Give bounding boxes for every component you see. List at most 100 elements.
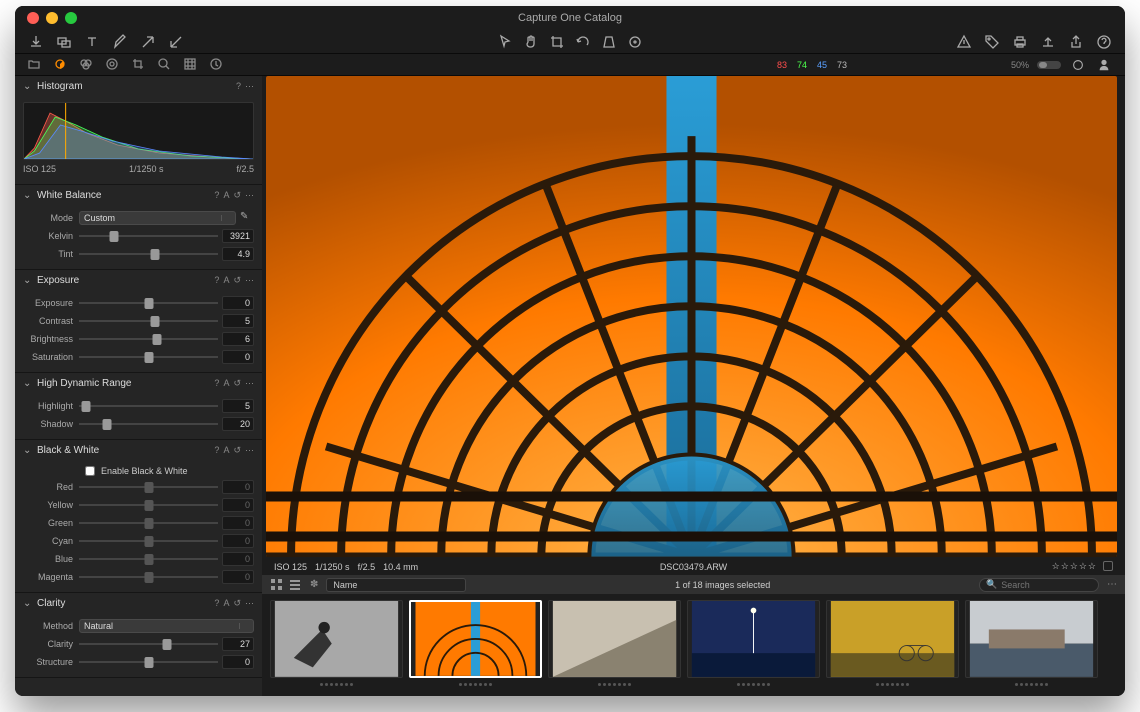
enable-bw-checkbox[interactable] — [85, 466, 95, 476]
menu-action[interactable]: ⋯ — [245, 190, 254, 201]
bw-yellow-slider[interactable] — [79, 498, 218, 512]
exposure-tab-icon[interactable] — [53, 57, 69, 73]
thumbnail-item[interactable] — [826, 600, 959, 690]
menu-action[interactable]: ⋯ — [245, 378, 254, 389]
auto-action[interactable]: A — [223, 275, 229, 286]
text-tool-icon[interactable] — [83, 33, 101, 51]
spot-tool-icon[interactable] — [626, 33, 644, 51]
bw-yellow-value[interactable]: 0 — [222, 498, 254, 512]
help-action[interactable]: ? — [214, 378, 219, 389]
eyedropper-icon[interactable]: ✎ — [240, 211, 254, 225]
composition-tab-icon[interactable] — [131, 57, 147, 73]
crop-tool-icon[interactable] — [548, 33, 566, 51]
import-icon[interactable] — [27, 33, 45, 51]
thumbnail-item[interactable] — [687, 600, 820, 690]
thumbnail-item[interactable] — [270, 600, 403, 690]
reset-action[interactable]: ↺ — [233, 445, 241, 456]
bw-magenta-slider[interactable] — [79, 570, 218, 584]
user-icon[interactable] — [1095, 56, 1113, 74]
export-icon[interactable] — [1039, 33, 1057, 51]
brightness-slider[interactable] — [79, 332, 218, 346]
structure-value[interactable]: 0 — [222, 655, 254, 669]
thumbnail-item[interactable] — [965, 600, 1098, 690]
grid-view-icon[interactable] — [270, 578, 284, 592]
minimize-window-button[interactable] — [46, 12, 58, 24]
warning-icon[interactable] — [955, 33, 973, 51]
saturation-slider[interactable] — [79, 350, 218, 364]
menu-action[interactable]: ⋯ — [245, 598, 254, 609]
bw-cyan-value[interactable]: 0 — [222, 534, 254, 548]
reset-action[interactable]: ↺ — [233, 378, 241, 389]
auto-action[interactable]: A — [223, 598, 229, 609]
chevron-down-icon[interactable]: ⌄ — [23, 378, 33, 389]
clarity-value[interactable]: 27 — [222, 637, 254, 651]
reset-action[interactable]: ↺ — [233, 275, 241, 286]
search-input[interactable] — [1001, 580, 1081, 590]
highlight-slider[interactable] — [79, 399, 218, 413]
reset-action[interactable]: ↺ — [233, 598, 241, 609]
list-view-icon[interactable] — [288, 578, 302, 592]
color-tab-icon[interactable] — [79, 57, 95, 73]
bw-red-value[interactable]: 0 — [222, 480, 254, 494]
search-field[interactable]: 🔍 — [979, 578, 1099, 592]
kelvin-slider[interactable] — [79, 229, 218, 243]
auto-action[interactable]: A — [223, 190, 229, 201]
contrast-slider[interactable] — [79, 314, 218, 328]
tag-icon[interactable] — [983, 33, 1001, 51]
chevron-down-icon[interactable]: ⌄ — [23, 190, 33, 201]
image-viewer[interactable] — [266, 76, 1117, 557]
reset-action[interactable]: ↺ — [233, 190, 241, 201]
menu-action[interactable]: ⋯ — [245, 275, 254, 286]
adjustments-tab-icon[interactable] — [183, 57, 199, 73]
arrow-out-icon[interactable] — [139, 33, 157, 51]
brush-icon[interactable] — [111, 33, 129, 51]
shadow-slider[interactable] — [79, 417, 218, 431]
bw-blue-value[interactable]: 0 — [222, 552, 254, 566]
clarity-method-select[interactable]: Natural — [79, 619, 254, 633]
menu-action[interactable]: ⋯ — [245, 81, 254, 92]
kelvin-value[interactable]: 3921 — [222, 229, 254, 243]
help-icon[interactable] — [1095, 33, 1113, 51]
share-icon[interactable] — [1067, 33, 1085, 51]
color-tag-none[interactable] — [1103, 561, 1113, 571]
sort-select[interactable]: Name — [326, 578, 466, 592]
wb-mode-select[interactable]: Custom — [79, 211, 236, 225]
clarity-slider[interactable] — [79, 637, 218, 651]
close-window-button[interactable] — [27, 12, 39, 24]
cursor-tool-icon[interactable] — [496, 33, 514, 51]
help-action[interactable]: ? — [214, 445, 219, 456]
browser-menu-icon[interactable]: ⋯ — [1107, 579, 1117, 590]
help-action[interactable]: ? — [214, 190, 219, 201]
help-action[interactable]: ? — [214, 275, 219, 286]
lens-tab-icon[interactable] — [105, 57, 121, 73]
exposure-slider[interactable] — [79, 296, 218, 310]
saturation-value[interactable]: 0 — [222, 350, 254, 364]
bw-red-slider[interactable] — [79, 480, 218, 494]
bw-blue-slider[interactable] — [79, 552, 218, 566]
details-tab-icon[interactable] — [157, 57, 173, 73]
contrast-value[interactable]: 5 — [222, 314, 254, 328]
thumbnail-item[interactable] — [409, 600, 542, 690]
bw-cyan-slider[interactable] — [79, 534, 218, 548]
thumbnail-item[interactable] — [548, 600, 681, 690]
print-icon[interactable] — [1011, 33, 1029, 51]
tint-value[interactable]: 4.9 — [222, 247, 254, 261]
library-tab-icon[interactable] — [27, 57, 43, 73]
brightness-value[interactable]: 6 — [222, 332, 254, 346]
tint-slider[interactable] — [79, 247, 218, 261]
hand-tool-icon[interactable] — [522, 33, 540, 51]
help-action[interactable]: ? — [236, 81, 241, 92]
chevron-down-icon[interactable]: ⌄ — [23, 598, 33, 609]
tether-icon[interactable] — [55, 33, 73, 51]
highlight-value[interactable]: 5 — [222, 399, 254, 413]
zoom-window-button[interactable] — [65, 12, 77, 24]
bw-green-value[interactable]: 0 — [222, 516, 254, 530]
zoom-slider[interactable] — [1037, 61, 1061, 69]
proof-icon[interactable] — [1069, 56, 1087, 74]
keystone-tool-icon[interactable] — [600, 33, 618, 51]
rotate-tool-icon[interactable] — [574, 33, 592, 51]
chevron-down-icon[interactable]: ⌄ — [23, 275, 33, 286]
auto-action[interactable]: A — [223, 445, 229, 456]
meta-rating[interactable]: ☆☆☆☆☆ — [1052, 561, 1097, 572]
structure-slider[interactable] — [79, 655, 218, 669]
